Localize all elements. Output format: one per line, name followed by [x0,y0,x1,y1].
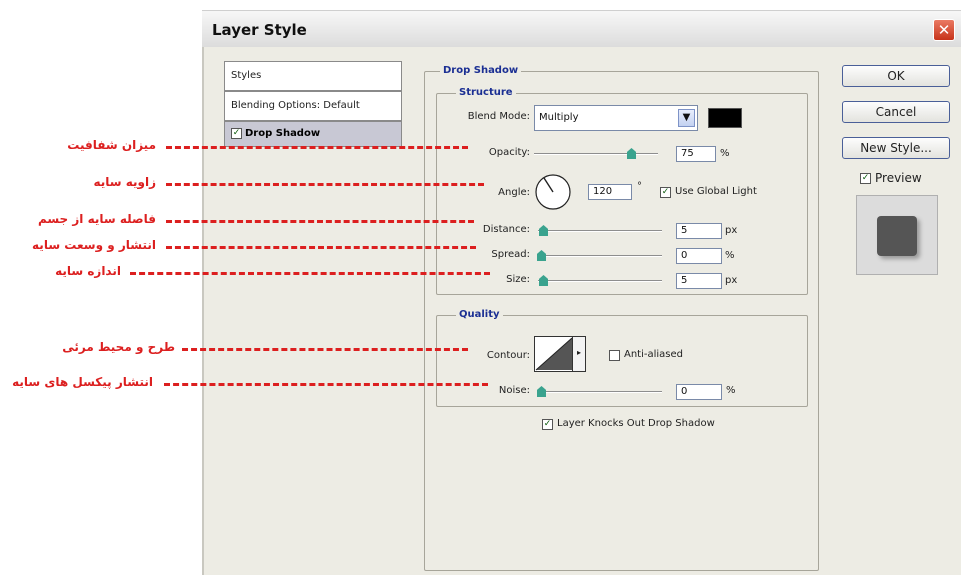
layer-knocks-out-label: Layer Knocks Out Drop Shadow [557,418,715,429]
size-input[interactable]: 5 [676,273,722,289]
list-item-label: Blending Options: Default [231,100,360,111]
angle-unit: ° [637,181,642,192]
use-global-light-label: Use Global Light [675,186,757,197]
size-slider-track[interactable] [538,280,662,282]
quality-title: Quality [456,309,503,320]
distance-input[interactable]: 5 [676,223,722,239]
spread-label: Spread: [491,249,530,260]
annotation-line [166,220,474,223]
annotation-opacity: میزان شفافیت [67,138,156,152]
annotation-noise: انتشار پیکسل های سایه [12,375,153,389]
annotation-line [166,246,476,249]
shadow-color-swatch[interactable] [708,108,742,128]
annotation-size: اندازه سایه [55,264,121,278]
layer-style-dialog: Layer Style ✕ Styles Blending Options: D… [202,10,961,575]
preview-swatch [877,216,917,256]
list-item-label: Styles [231,70,262,81]
preview-thumbnail [856,195,938,275]
angle-input[interactable]: 120 [588,184,632,200]
contour-dropdown-icon[interactable]: ▸ [572,337,585,371]
anti-aliased-checkbox[interactable] [609,350,620,361]
dialog-body: Styles Blending Options: Default ✓ Drop S… [202,47,961,575]
size-unit: px [725,275,738,286]
title-bar[interactable]: Layer Style ✕ [202,10,961,47]
noise-input[interactable]: 0 [676,384,722,400]
size-label: Size: [506,274,530,285]
opacity-input[interactable]: 75 [676,146,716,162]
angle-dial-icon[interactable] [534,173,572,211]
annotation-line [164,383,488,386]
annotation-spread: انتشار و وسعت سایه [32,238,156,252]
distance-label: Distance: [482,224,530,235]
blend-mode-label: Blend Mode: [467,111,530,122]
use-global-light-checkbox[interactable]: ✓ [660,187,671,198]
annotation-angle: زاویه سایه [93,175,156,189]
blend-mode-value: Multiply [539,112,579,123]
noise-label: Noise: [498,385,530,396]
annotation-line [182,348,468,351]
chevron-down-icon: ▼ [678,109,695,127]
annotation-contour: طرح و محیط مرئی [62,340,175,354]
distance-slider-track[interactable] [538,230,662,232]
blend-mode-select[interactable]: Multiply ▼ [534,105,698,131]
noise-slider-track[interactable] [538,391,662,393]
new-style-button[interactable]: New Style... [842,137,950,159]
angle-label: Angle: [498,187,530,198]
spread-slider-track[interactable] [538,255,662,257]
spread-unit: % [725,250,735,261]
ok-button[interactable]: OK [842,65,950,87]
close-icon[interactable]: ✕ [933,19,955,41]
preview-checkbox[interactable]: ✓ [860,173,871,184]
contour-picker[interactable]: ▸ [534,336,586,372]
annotation-line [166,183,484,186]
opacity-slider-track[interactable] [534,153,658,155]
cancel-button[interactable]: Cancel [842,101,950,123]
layer-knocks-out-checkbox[interactable]: ✓ [542,419,553,430]
styles-list-item-drop-shadow[interactable]: ✓ Drop Shadow [224,121,402,147]
spread-input[interactable]: 0 [676,248,722,264]
distance-unit: px [725,225,738,236]
contour-label: Contour: [486,350,530,361]
list-item-label: Drop Shadow [245,128,321,139]
anti-aliased-label: Anti-aliased [624,349,684,360]
preview-label: Preview [875,171,922,185]
contour-curve-icon [535,337,573,371]
styles-list-item-styles[interactable]: Styles [224,61,402,91]
window-title: Layer Style [212,21,307,39]
annotation-line [130,272,490,275]
opacity-unit: % [720,148,730,159]
drop-shadow-title: Drop Shadow [440,65,522,76]
structure-title: Structure [456,87,516,98]
annotation-distance: فاصله سایه از جسم [37,212,156,226]
styles-list-item-blending-options[interactable]: Blending Options: Default [224,91,402,121]
drop-shadow-checkbox[interactable]: ✓ [231,127,242,139]
annotation-line [166,146,468,149]
noise-unit: % [726,385,736,396]
